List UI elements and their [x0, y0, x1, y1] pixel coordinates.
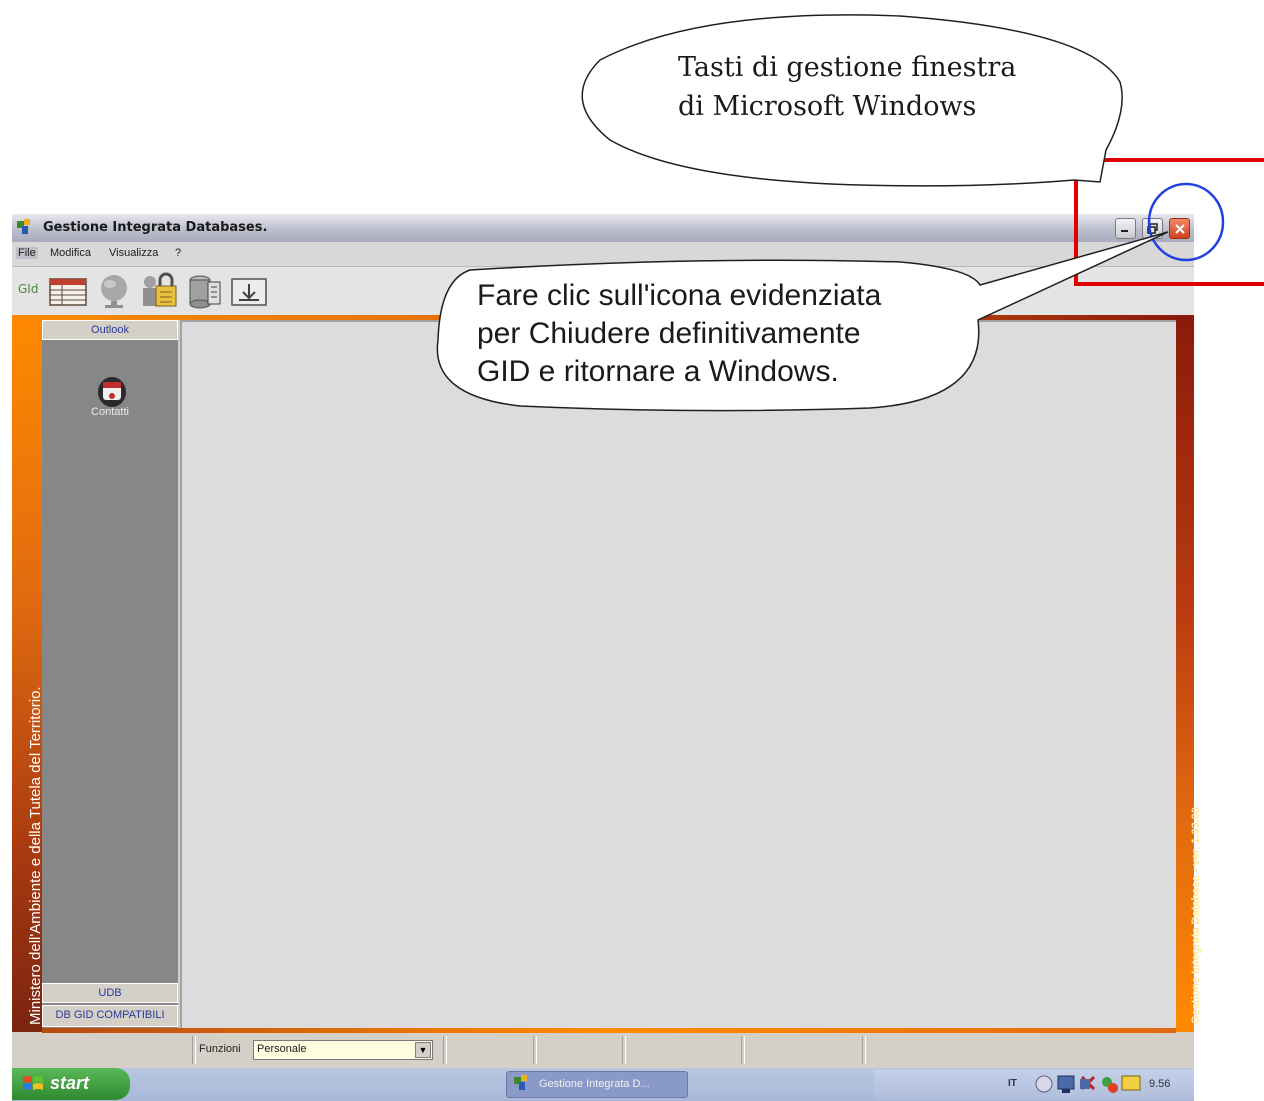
highlight-box — [1074, 158, 1264, 286]
callout-middle-text: Fare clic sull'icona evidenziata per Chi… — [477, 279, 882, 388]
callout-top-text: Tasti di gestione finestra di Microsoft … — [678, 52, 1017, 122]
highlight-circle — [1147, 182, 1225, 262]
annotation-layer — [436, 14, 1264, 412]
